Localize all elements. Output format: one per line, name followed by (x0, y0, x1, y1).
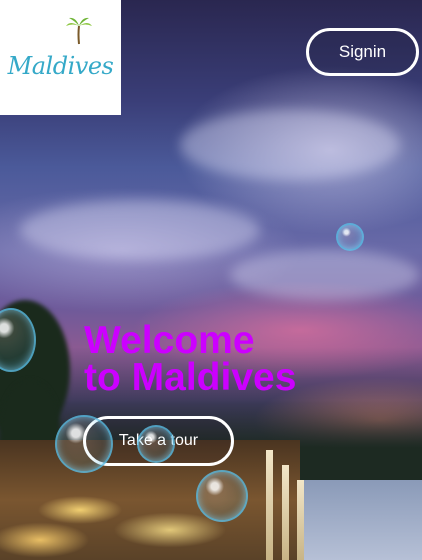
cloud (230, 250, 420, 300)
pier-post (282, 465, 289, 560)
cloud (180, 110, 400, 180)
brand-logo[interactable]: Maldives (0, 0, 121, 115)
signin-button[interactable]: Signin (306, 28, 419, 76)
logo-text: Maldives (7, 51, 114, 80)
pier-post (266, 450, 273, 560)
bubble-decoration (336, 223, 364, 251)
hero-title-line2: to Maldives (84, 356, 297, 399)
bubble-decoration (137, 425, 175, 463)
cloud (20, 200, 260, 260)
hero-title: Welcome to Maldives (84, 321, 297, 399)
palm-logo-icon (66, 17, 92, 45)
pier-post (297, 480, 304, 560)
bubble-decoration (196, 470, 248, 522)
bubble-decoration (55, 415, 113, 473)
